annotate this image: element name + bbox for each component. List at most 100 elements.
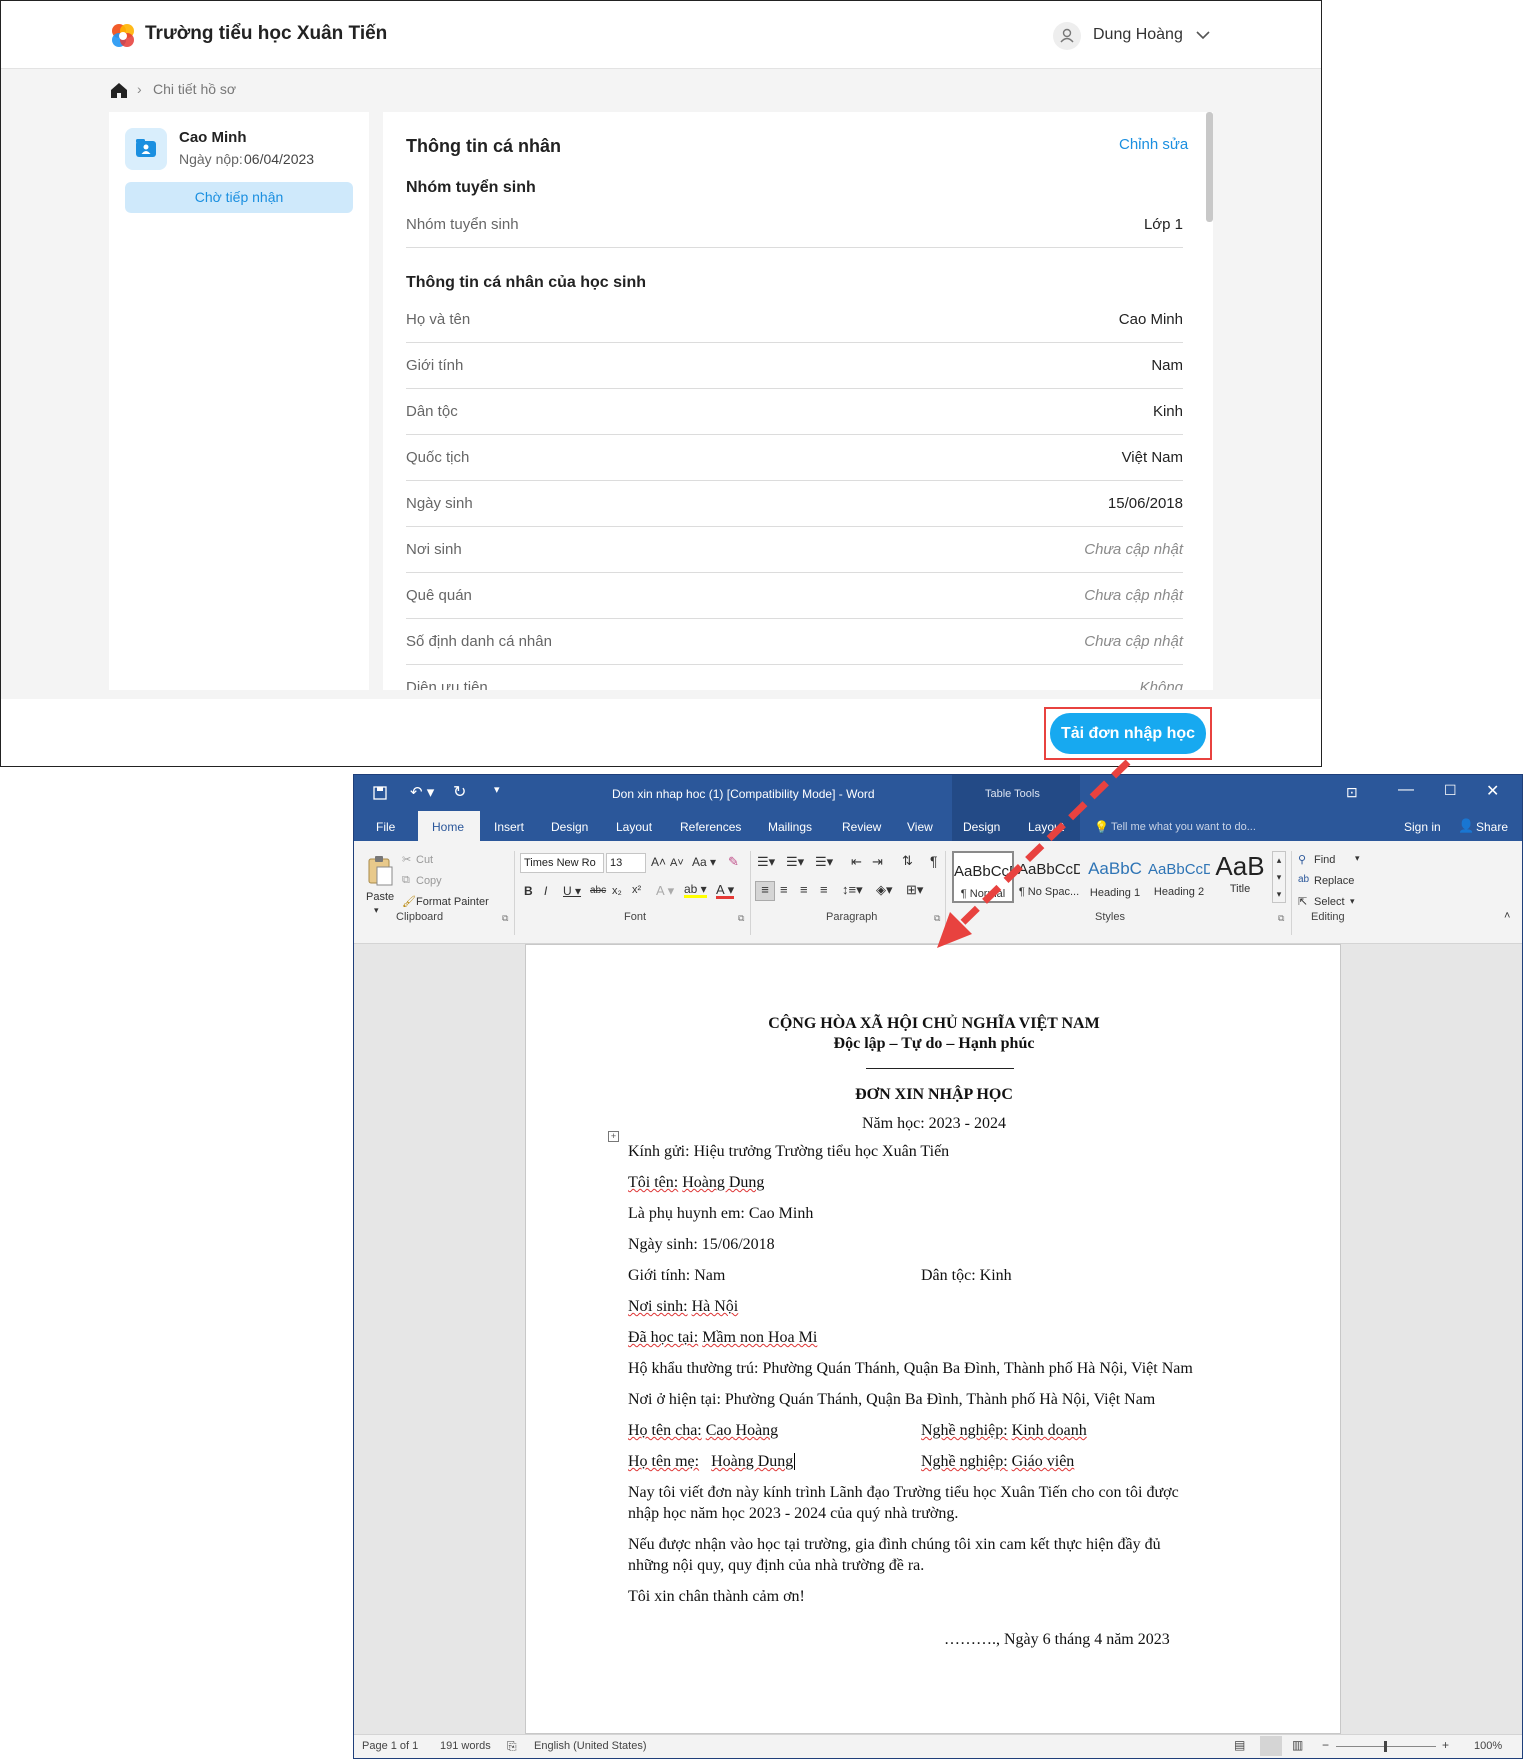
sort-icon[interactable]: ⇅ bbox=[902, 853, 913, 869]
change-case-icon[interactable]: Aa ▾ bbox=[692, 855, 716, 869]
tab-file[interactable]: File bbox=[376, 820, 395, 834]
align-center-icon[interactable]: ≡ bbox=[780, 882, 788, 897]
font-launcher-icon[interactable]: ⧉ bbox=[738, 913, 744, 924]
italic-icon[interactable]: I bbox=[544, 884, 547, 898]
shrink-font-icon[interactable]: A˅ bbox=[670, 857, 684, 869]
show-formatting-icon[interactable]: ¶ bbox=[930, 853, 938, 869]
copy-button[interactable]: Copy bbox=[416, 875, 442, 887]
tab-insert[interactable]: Insert bbox=[494, 820, 524, 834]
underline-icon[interactable]: U ▾ bbox=[563, 884, 581, 898]
home-icon[interactable] bbox=[109, 80, 129, 100]
grow-font-icon[interactable]: A˄ bbox=[651, 855, 666, 869]
zoom-out-icon[interactable]: − bbox=[1322, 1738, 1329, 1752]
zoom-slider-thumb[interactable] bbox=[1384, 1741, 1387, 1752]
style-preview: AaB bbox=[1215, 851, 1265, 881]
styles-launcher-icon[interactable]: ⧉ bbox=[1278, 913, 1284, 924]
paste-dropdown-icon[interactable]: ▾ bbox=[374, 905, 379, 916]
cut-button[interactable]: Cut bbox=[416, 854, 433, 866]
select-dropdown-icon[interactable]: ▾ bbox=[1350, 896, 1355, 907]
borders-icon[interactable]: ⊞▾ bbox=[906, 882, 923, 898]
word-count[interactable]: 191 words bbox=[440, 1740, 491, 1752]
font-color-icon[interactable]: A ▾ bbox=[716, 883, 735, 899]
decrease-indent-icon[interactable]: ⇤ bbox=[851, 854, 862, 870]
field-row: Ngày sinh 15/06/2018 bbox=[406, 481, 1183, 527]
font-size-box[interactable]: 13 bbox=[606, 853, 646, 873]
styles-scroll[interactable]: ▴ ▾ ▾ bbox=[1272, 851, 1286, 903]
multilevel-list-icon[interactable]: ☰▾ bbox=[815, 854, 833, 870]
table-move-handle-icon[interactable]: + bbox=[608, 1131, 619, 1142]
bold-icon[interactable]: B bbox=[524, 884, 533, 898]
read-mode-icon[interactable]: ▤ bbox=[1234, 1738, 1245, 1752]
tab-references[interactable]: References bbox=[680, 820, 741, 834]
undo-icon[interactable]: ↶ ▾ bbox=[410, 783, 434, 801]
format-painter-button[interactable]: Format Painter bbox=[416, 896, 489, 908]
proofing-icon[interactable]: ⎘ bbox=[507, 1739, 517, 1754]
customize-qat-icon[interactable]: ▾ bbox=[494, 783, 500, 796]
close-icon[interactable]: ✕ bbox=[1486, 781, 1499, 801]
document-page[interactable]: CỘNG HÒA XÃ HỘI CHỦ NGHĨA VIỆT NAM Độc l… bbox=[525, 944, 1341, 1734]
tab-table-design[interactable]: Design bbox=[963, 820, 1000, 834]
save-icon[interactable] bbox=[372, 785, 388, 801]
language-status[interactable]: English (United States) bbox=[534, 1740, 647, 1752]
sign-in-link[interactable]: Sign in bbox=[1404, 820, 1441, 834]
field-label: Dân tộc bbox=[406, 403, 458, 420]
shading-icon[interactable]: ◈▾ bbox=[876, 882, 893, 898]
document-title: Don xin nhap hoc (1) [Compatibility Mode… bbox=[612, 787, 875, 801]
highlight-color-icon[interactable]: ab ▾ bbox=[684, 883, 707, 898]
share-button[interactable]: Share bbox=[1476, 820, 1508, 834]
replace-button[interactable]: Replace bbox=[1314, 875, 1354, 887]
bullets-icon[interactable]: ☰▾ bbox=[757, 854, 775, 870]
doc-school-year: Năm học: 2023 - 2024 bbox=[862, 1115, 1006, 1132]
download-form-button[interactable]: Tải đơn nhập học bbox=[1050, 713, 1206, 754]
edit-link[interactable]: Chỉnh sửa bbox=[1119, 136, 1188, 153]
zoom-level[interactable]: 100% bbox=[1474, 1740, 1502, 1752]
tell-me-box[interactable]: Tell me what you want to do... bbox=[1111, 821, 1256, 833]
find-button[interactable]: Find bbox=[1314, 854, 1335, 866]
align-left-icon[interactable]: ≡ bbox=[755, 881, 775, 901]
style-heading-1[interactable]: AaBbC Heading 1 bbox=[1084, 851, 1146, 903]
user-avatar[interactable] bbox=[1053, 22, 1081, 50]
user-name[interactable]: Dung Hoàng bbox=[1093, 26, 1183, 44]
numbering-icon[interactable]: ☰▾ bbox=[786, 854, 804, 870]
chevron-down-icon[interactable] bbox=[1193, 25, 1213, 45]
find-dropdown-icon[interactable]: ▾ bbox=[1355, 853, 1360, 864]
align-right-icon[interactable]: ≡ bbox=[800, 882, 808, 897]
web-layout-icon[interactable]: ▥ bbox=[1292, 1738, 1303, 1752]
font-name-box[interactable]: Times New Ro bbox=[520, 853, 604, 873]
minimize-icon[interactable]: — bbox=[1398, 781, 1414, 799]
page-count[interactable]: Page 1 of 1 bbox=[362, 1740, 418, 1752]
paragraph-launcher-icon[interactable]: ⧉ bbox=[934, 913, 940, 924]
superscript-icon[interactable]: x² bbox=[632, 884, 641, 896]
tab-table-layout[interactable]: Layout bbox=[1028, 820, 1064, 834]
tab-view[interactable]: View bbox=[907, 820, 933, 834]
strikethrough-icon[interactable]: abc bbox=[590, 885, 606, 896]
group-divider bbox=[750, 851, 751, 935]
ribbon-display-icon[interactable]: ⊡ bbox=[1346, 784, 1358, 801]
increase-indent-icon[interactable]: ⇥ bbox=[872, 854, 883, 870]
style-heading-2[interactable]: AaBbCcD Heading 2 bbox=[1148, 851, 1210, 903]
tab-layout[interactable]: Layout bbox=[616, 820, 652, 834]
section-title: Thông tin cá nhân bbox=[406, 136, 561, 156]
select-button[interactable]: Select bbox=[1314, 896, 1345, 908]
style-normal[interactable]: AaBbCcDc ¶ Normal bbox=[952, 851, 1014, 903]
style-title[interactable]: AaB Title bbox=[1212, 851, 1268, 903]
tab-design[interactable]: Design bbox=[551, 820, 588, 834]
scrollbar-thumb[interactable] bbox=[1206, 112, 1213, 222]
line-spacing-icon[interactable]: ↕≡▾ bbox=[842, 882, 863, 898]
clipboard-launcher-icon[interactable]: ⧉ bbox=[502, 913, 508, 924]
clear-format-icon[interactable]: ✎ bbox=[728, 854, 739, 870]
subscript-icon[interactable]: x₂ bbox=[612, 885, 622, 897]
style-preview: AaBbC bbox=[1088, 859, 1142, 878]
paste-label[interactable]: Paste bbox=[366, 891, 394, 903]
maximize-icon[interactable]: ☐ bbox=[1444, 782, 1457, 799]
paste-icon[interactable] bbox=[366, 855, 394, 887]
zoom-in-icon[interactable]: + bbox=[1442, 1738, 1449, 1752]
redo-icon[interactable]: ↻ bbox=[453, 782, 466, 802]
justify-icon[interactable]: ≡ bbox=[820, 882, 828, 897]
tab-mailings[interactable]: Mailings bbox=[768, 820, 812, 834]
text-effects-icon[interactable]: A ▾ bbox=[656, 883, 674, 899]
style-no-spacing[interactable]: AaBbCcDc ¶ No Spac... bbox=[1018, 851, 1080, 903]
tab-review[interactable]: Review bbox=[842, 820, 881, 834]
collapse-ribbon-icon[interactable]: ˄ bbox=[1504, 910, 1510, 922]
print-layout-icon[interactable] bbox=[1260, 1736, 1282, 1756]
